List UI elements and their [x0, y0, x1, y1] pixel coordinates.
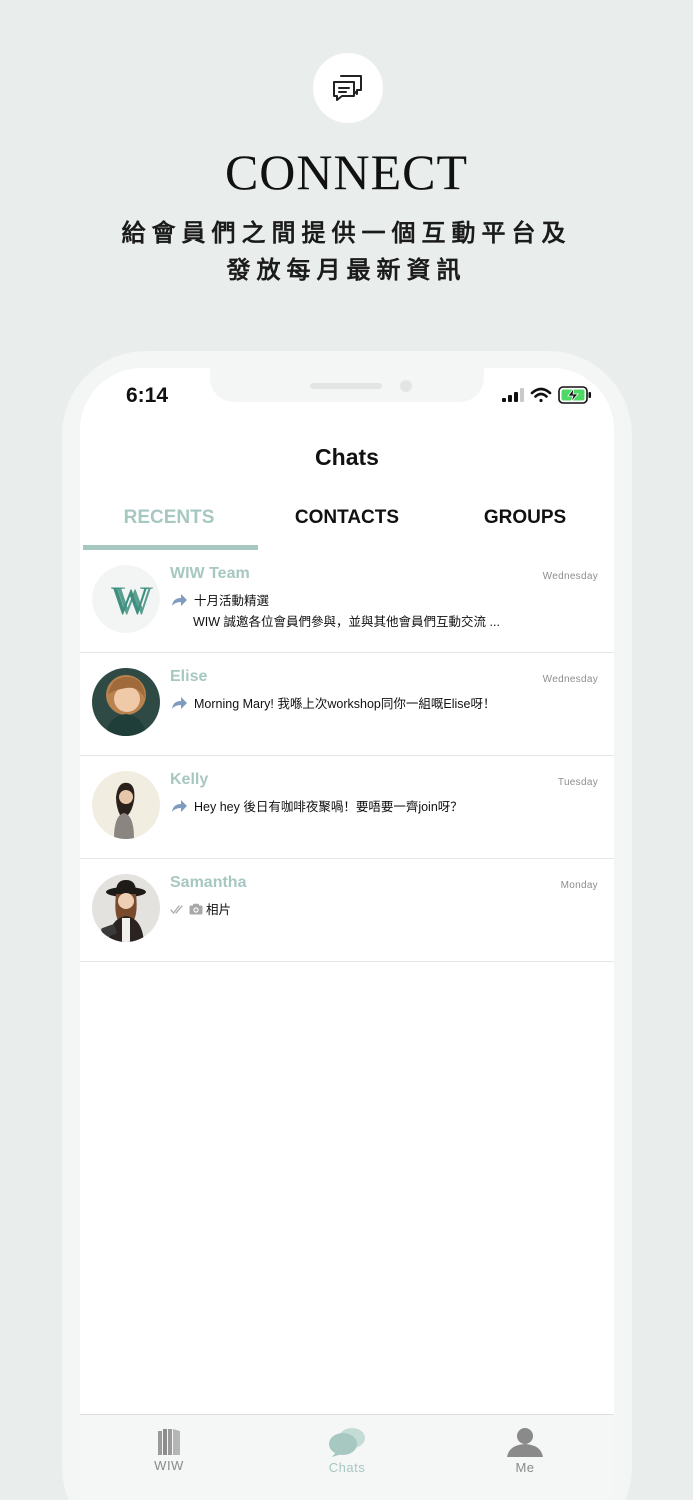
tabbar-label-me: Me: [515, 1460, 535, 1475]
hero-subtitle: 給會員們之間提供一個互動平台及 發放每月最新資訊: [0, 214, 693, 288]
notch: [210, 368, 484, 402]
tabbar-item-me[interactable]: Me: [436, 1415, 614, 1500]
avatar: [92, 668, 160, 736]
chat-preview-text: Morning Mary! 我喺上次workshop同你一組嘅Elise呀！: [194, 697, 496, 711]
chat-name: Kelly: [170, 771, 209, 788]
forward-arrow-icon: [172, 593, 187, 606]
chat-date: Tuesday: [557, 777, 598, 788]
hero-subtitle-line-1: 給會員們之間提供一個互動平台及: [121, 218, 572, 247]
avatar: [92, 874, 160, 942]
phone-screen: 6:14 Chats RECENTS CONTACTS GROUPS W W W…: [80, 368, 614, 1500]
status-time: 6:14: [126, 384, 169, 407]
chat-preview: 相片: [170, 899, 231, 918]
chat-name: WIW Team: [170, 565, 250, 582]
chat-preview: Morning Mary! 我喺上次workshop同你一組嘅Elise呀！: [170, 693, 495, 712]
chat-preview-text: Hey hey 後日有咖啡夜聚喎！要唔要一齊join呀？: [194, 800, 463, 814]
tab-bar-top: RECENTS CONTACTS GROUPS: [80, 500, 614, 550]
double-check-icon: [170, 904, 183, 914]
chat-date: Wednesday: [542, 674, 598, 685]
tabbar-item-wiw[interactable]: WIW: [80, 1415, 258, 1500]
chat-row-samantha[interactable]: Samantha Monday 相片: [80, 859, 614, 962]
chat-bubbles-icon: [329, 1428, 365, 1457]
chat-row-wiw-team[interactable]: W W WIW Team Wednesday 十月活動精選 WIW 誠邀各位會員…: [80, 550, 614, 653]
cellular-signal-icon: [502, 388, 524, 407]
tabbar-label-chats: Chats: [328, 1460, 366, 1475]
forward-arrow-icon: [172, 696, 187, 709]
tabbar-label-wiw: WIW: [154, 1458, 184, 1473]
chat-name: Elise: [170, 668, 208, 685]
chat-preview-body: WIW 誠邀各位會員們參與，並與其他會員們互動交流 ...: [193, 615, 500, 629]
building-icon: [158, 1429, 180, 1455]
page-title: Chats: [315, 444, 379, 470]
chat-preview: 十月活動精選: [170, 590, 269, 609]
svg-text:W: W: [115, 578, 153, 623]
chat-list: W W WIW Team Wednesday 十月活動精選 WIW 誠邀各位會員…: [80, 550, 614, 962]
camera: [400, 380, 412, 392]
person-icon: [507, 1428, 543, 1457]
chat-name: Samantha: [170, 874, 247, 891]
chat-date: Wednesday: [542, 571, 598, 582]
speaker: [310, 383, 382, 389]
hero-subtitle-line-2: 發放每月最新資訊: [226, 255, 467, 284]
wifi-icon: [530, 387, 552, 408]
chat-row-elise[interactable]: Elise Wednesday Morning Mary! 我喺上次worksh…: [80, 653, 614, 756]
tab-recents[interactable]: RECENTS: [80, 500, 258, 550]
avatar: W W: [92, 565, 160, 633]
forward-arrow-icon: [172, 799, 187, 812]
avatar: [92, 771, 160, 839]
tab-groups[interactable]: GROUPS: [436, 500, 614, 550]
chat-preview-title: 十月活動精選: [194, 594, 270, 608]
bottom-tab-bar: WIW Chats Me: [80, 1414, 614, 1500]
tabbar-item-chats[interactable]: Chats: [258, 1415, 436, 1500]
tab-contacts[interactable]: CONTACTS: [258, 500, 436, 550]
camera-icon: [189, 903, 203, 914]
chat-preview: Hey hey 後日有咖啡夜聚喎！要唔要一齊join呀？: [170, 796, 463, 815]
chat-row-kelly[interactable]: Kelly Tuesday Hey hey 後日有咖啡夜聚喎！要唔要一齊join…: [80, 756, 614, 859]
chat-preview-text: 相片: [206, 903, 232, 917]
status-icons: [502, 386, 592, 409]
chat-date: Monday: [560, 880, 598, 891]
battery-charging-icon: [558, 386, 592, 409]
chat-bubbles-icon: [313, 53, 383, 123]
hero-title: CONNECT: [224, 144, 469, 200]
